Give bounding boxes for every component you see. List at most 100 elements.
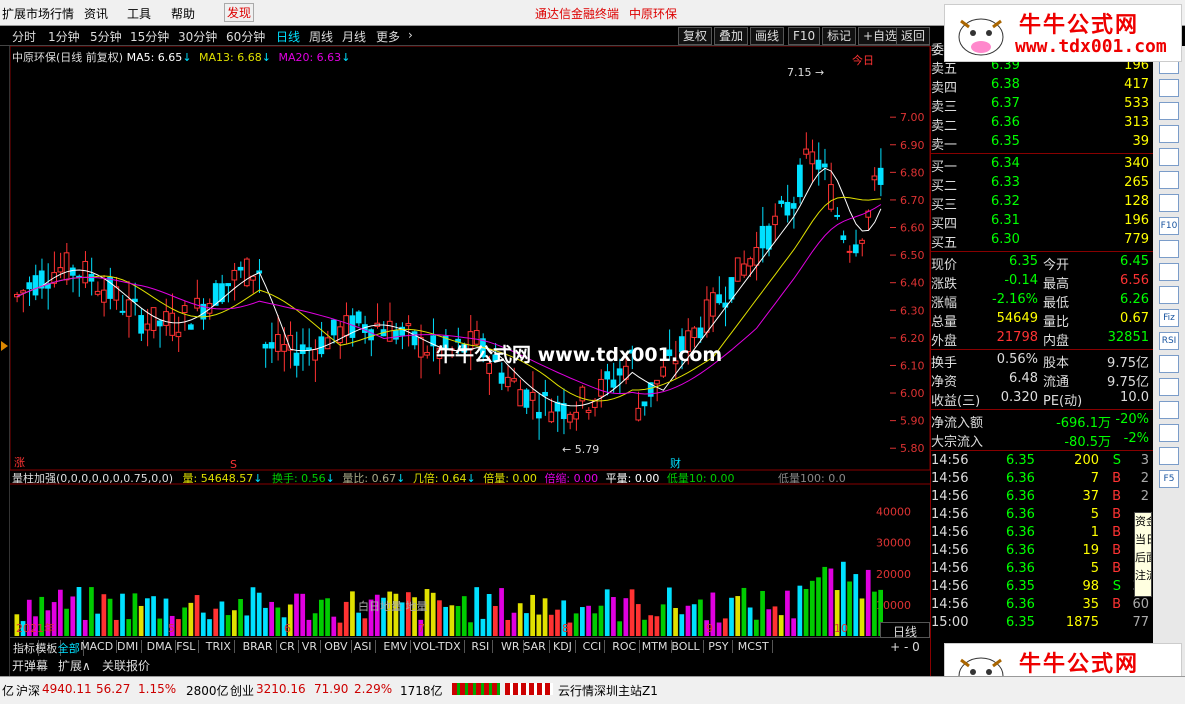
indicator-tab[interactable]: BOLL xyxy=(668,640,704,653)
list2-icon[interactable] xyxy=(1159,194,1179,212)
expand-arrow-icon[interactable] xyxy=(1,341,8,351)
period-label[interactable]: 日线 xyxy=(880,622,930,639)
volume-bar xyxy=(325,598,330,636)
indicator-tab[interactable]: VOL-TDX xyxy=(410,640,465,653)
volume-bar xyxy=(188,602,194,636)
cross-icon[interactable] xyxy=(1159,424,1179,442)
quote-label2: 最高 xyxy=(1043,277,1070,292)
f10-icon[interactable]: F10 xyxy=(1159,217,1179,235)
volume-bar xyxy=(70,596,76,636)
down2-icon[interactable] xyxy=(1159,102,1179,120)
indicator-tab[interactable]: ROC xyxy=(609,640,641,653)
candle xyxy=(498,372,505,384)
volume-bar xyxy=(859,598,865,636)
pen-icon[interactable] xyxy=(1159,447,1179,465)
period-15min[interactable]: 15分钟 xyxy=(130,28,169,45)
period-1min[interactable]: 1分钟 xyxy=(48,28,80,45)
indicator-tab[interactable]: VR xyxy=(299,640,321,653)
f10-button[interactable]: F10 xyxy=(788,27,821,45)
period-5min[interactable]: 5分钟 xyxy=(90,28,122,45)
vol-legend-diliang10: 低量10: 0.00 xyxy=(666,472,735,485)
menu-item-news[interactable]: 资讯 xyxy=(84,5,108,22)
indicator-tab[interactable]: MTM xyxy=(639,640,672,653)
period-daily[interactable]: 日线 xyxy=(276,28,300,45)
candle xyxy=(368,329,374,341)
status-amt: 2800亿 xyxy=(186,684,229,698)
bars-icon[interactable] xyxy=(1159,355,1179,373)
f5-icon[interactable]: F5 xyxy=(1159,470,1179,488)
candle xyxy=(393,330,399,340)
volume-bar xyxy=(455,606,461,636)
volume-bar xyxy=(735,596,741,636)
buy-price: 6.31 xyxy=(991,213,1020,228)
period-fenshi[interactable]: 分时 xyxy=(12,28,36,45)
f-icon[interactable] xyxy=(1159,401,1179,419)
volume-bar xyxy=(629,589,635,636)
indicator-tab[interactable]: CR xyxy=(276,640,299,653)
tooltip-line: 资金流 xyxy=(1135,515,1151,528)
indicator-tab[interactable]: OBV xyxy=(321,640,352,653)
vol-legend-turnover: 换手: 0.56 xyxy=(271,472,326,485)
mark-button[interactable]: 标记 xyxy=(822,27,857,45)
period-30min[interactable]: 30分钟 xyxy=(178,28,217,45)
buy-level: 买四 6.31 196 xyxy=(931,212,1153,232)
tick-time: 14:56 xyxy=(931,543,969,558)
indicator-tab[interactable]: DMI xyxy=(114,640,143,653)
menu-item-tools[interactable]: 工具 xyxy=(127,5,151,22)
stock-title: 中原环保 xyxy=(629,7,678,21)
draw-button[interactable]: 画线 xyxy=(750,27,785,45)
period-weekly[interactable]: 周线 xyxy=(309,28,333,45)
menu-item-discover[interactable]: 发现 xyxy=(224,3,255,22)
overlay-button[interactable]: 叠加 xyxy=(714,27,749,45)
flag-icon[interactable] xyxy=(1159,263,1179,281)
indicator-tab[interactable]: TRIX xyxy=(203,640,235,653)
indicator-tab[interactable]: FSL xyxy=(173,640,200,653)
chart-icon[interactable] xyxy=(1159,148,1179,166)
tooltip-line: 注流入 xyxy=(1135,569,1151,582)
indicator-tab[interactable]: SAR xyxy=(520,640,550,653)
period-more[interactable]: 更多 xyxy=(376,28,400,45)
period-monthly[interactable]: 月线 xyxy=(342,28,366,45)
indicator-tab[interactable]: MACD xyxy=(77,640,118,653)
fuquan-button[interactable]: 复权 xyxy=(678,27,713,45)
chevron-right-icon[interactable]: › xyxy=(408,28,413,42)
back-button[interactable]: 返回 xyxy=(896,27,930,45)
buy-qty: 779 xyxy=(1124,232,1149,247)
wave-icon[interactable]: Fiz xyxy=(1159,309,1179,327)
indicator-tab[interactable]: BRAR xyxy=(240,640,277,653)
expand-button[interactable]: 扩展∧ xyxy=(58,657,91,674)
list-icon[interactable] xyxy=(1159,171,1179,189)
circle-icon[interactable] xyxy=(1159,286,1179,304)
related-quote-button[interactable]: 关联报价 xyxy=(102,657,150,674)
menu-item-help[interactable]: 帮助 xyxy=(171,5,195,22)
tick-row: 14:56 6.36 19 B xyxy=(931,542,1153,560)
rsi-icon[interactable]: RSI xyxy=(1159,332,1179,350)
down-icon[interactable] xyxy=(1159,79,1179,97)
indicator-tab[interactable]: ASI xyxy=(351,640,376,653)
indicator-tab[interactable]: CCI xyxy=(580,640,606,653)
status-server[interactable]: 云行情深圳主站Z1 xyxy=(558,682,658,699)
tick-qty: 98 xyxy=(1082,579,1099,594)
danmu-button[interactable]: 开弹幕 xyxy=(12,657,48,674)
grid-icon[interactable] xyxy=(1159,125,1179,143)
volume-bar xyxy=(225,615,231,636)
menu-item-market[interactable]: 扩展市场行情 xyxy=(2,5,74,22)
candle xyxy=(523,389,530,408)
volume-bar xyxy=(343,601,349,636)
indicator-tab[interactable]: MCST xyxy=(735,640,773,653)
period-60min[interactable]: 60分钟 xyxy=(226,28,265,45)
candle xyxy=(144,323,151,331)
grid2-icon[interactable] xyxy=(1159,240,1179,258)
volume-bar xyxy=(611,597,616,636)
indicator-tab[interactable]: DMA xyxy=(144,640,177,653)
indicator-tab[interactable]: RSI xyxy=(468,640,494,653)
zoom-controls[interactable]: + - 0 xyxy=(880,640,930,656)
bars2-icon[interactable] xyxy=(1159,378,1179,396)
indicator-tab[interactable]: KDJ xyxy=(550,640,576,653)
tick-side: B xyxy=(1112,543,1121,558)
indicator-tab[interactable]: EMV xyxy=(380,640,412,653)
volume-bar xyxy=(138,605,144,636)
candle xyxy=(691,327,698,338)
indicator-tab[interactable]: PSY xyxy=(705,640,733,653)
candle xyxy=(529,391,536,401)
